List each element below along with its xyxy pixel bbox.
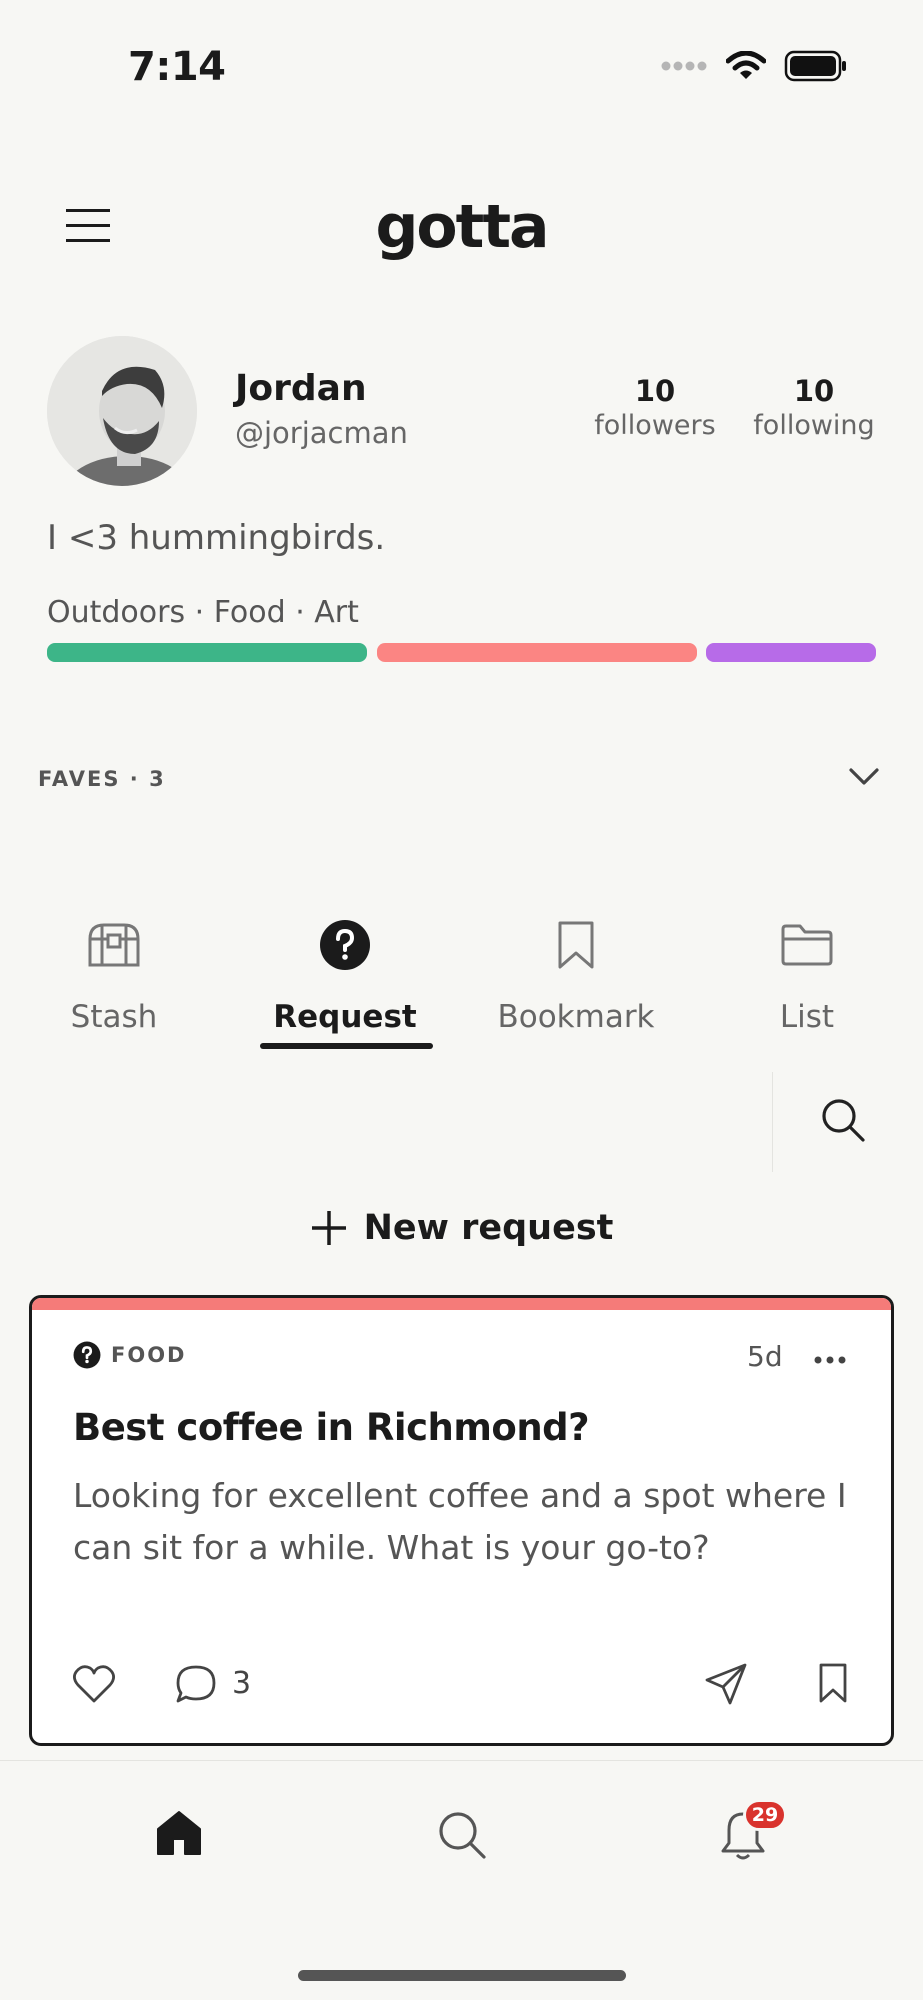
tab-list-label: List (779, 999, 835, 1035)
card-category-label: FOOD (111, 1343, 187, 1367)
status-time: 7:14 (128, 44, 226, 90)
question-circle-icon (73, 1341, 101, 1369)
search-icon[interactable] (820, 1097, 866, 1143)
followers-stat[interactable]: 10 followers (585, 374, 725, 441)
comment-count: 3 (232, 1666, 252, 1701)
app-logo: gotta (375, 192, 549, 262)
divider (772, 1072, 773, 1172)
bookmark-icon (558, 921, 594, 969)
bookmark-icon[interactable] (818, 1662, 848, 1704)
request-card[interactable]: FOOD 5d Best coffee in Richmond? Looking… (29, 1295, 894, 1746)
bottom-nav (0, 1760, 923, 2000)
notification-badge: 29 (743, 1799, 787, 1831)
battery-icon (784, 50, 846, 82)
share-send-icon[interactable] (704, 1662, 748, 1706)
heart-icon[interactable] (72, 1664, 116, 1704)
question-circle-icon (320, 920, 370, 970)
tab-request-label: Request (273, 999, 417, 1035)
more-options-icon[interactable] (814, 1356, 846, 1364)
tab-stash[interactable]: Stash (19, 915, 209, 1035)
plus-icon (311, 1211, 346, 1245)
new-request-label: New request (363, 1208, 614, 1248)
tab-bookmark[interactable]: Bookmark (481, 915, 671, 1035)
avatar[interactable] (47, 336, 197, 486)
chevron-down-icon[interactable] (848, 765, 880, 789)
following-count: 10 (793, 374, 835, 408)
tab-bookmark-label: Bookmark (497, 999, 655, 1035)
followers-label: followers (594, 410, 716, 441)
folder-icon (781, 924, 833, 966)
category-accent-bar (32, 1298, 891, 1310)
profile-name: Jordan (235, 368, 367, 409)
home-icon[interactable] (155, 1809, 203, 1857)
wifi-icon (726, 51, 766, 79)
tab-stash-label: Stash (70, 999, 158, 1035)
following-label: following (753, 410, 875, 441)
home-indicator (298, 1970, 626, 1981)
card-body: Looking for excellent coffee and a spot … (73, 1476, 847, 1567)
profile-bio: I <3 hummingbirds. (47, 518, 386, 558)
card-category: FOOD (73, 1341, 186, 1369)
tab-list[interactable]: List (712, 915, 902, 1035)
search-icon[interactable] (437, 1810, 487, 1860)
tag-bar-outdoors (47, 643, 367, 662)
followers-count: 10 (634, 374, 676, 408)
card-age: 5d (747, 1340, 783, 1373)
cellular-signal-icon (661, 61, 707, 71)
status-icons (660, 50, 848, 82)
card-title: Best coffee in Richmond? (73, 1406, 590, 1449)
treasure-chest-icon (88, 923, 140, 967)
new-request-button[interactable]: New request (0, 1208, 923, 1248)
tag-bar-food (377, 643, 697, 662)
interest-tags: Outdoors · Food · Art (47, 595, 359, 630)
tag-bar-art (706, 643, 876, 662)
active-tab-indicator (260, 1043, 433, 1049)
following-stat[interactable]: 10 following (744, 374, 884, 441)
profile-handle: @jorjacman (235, 416, 408, 450)
comment-icon[interactable] (175, 1664, 217, 1704)
faves-header[interactable]: FAVES · 3 (38, 767, 166, 791)
card-actions: 3 (32, 1658, 891, 1708)
tab-request[interactable]: Request (250, 915, 440, 1035)
